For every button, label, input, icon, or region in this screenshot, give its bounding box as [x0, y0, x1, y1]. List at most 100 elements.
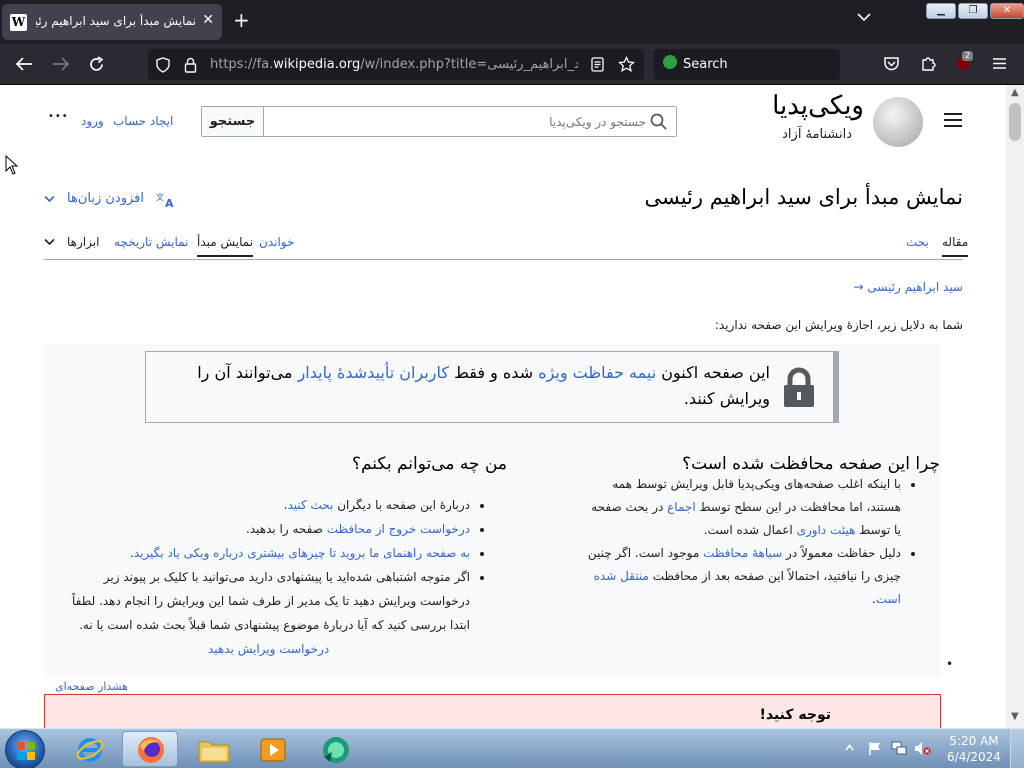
system-clock[interactable]: 5:20 AM 6/4/2024: [944, 733, 1004, 765]
pocket-icon[interactable]: [883, 56, 900, 72]
create-account-link[interactable]: ایجاد حساب: [113, 114, 173, 128]
extensions-puzzle-icon[interactable]: [920, 55, 937, 72]
search-icon: [650, 113, 667, 130]
volume-muted-icon[interactable]: [914, 741, 931, 756]
new-tab-button[interactable]: +: [233, 8, 250, 32]
bookmark-star-icon[interactable]: [618, 56, 635, 73]
tab-read[interactable]: خواندن: [259, 235, 294, 249]
main-menu-icon[interactable]: [943, 112, 963, 128]
url-prefix: https://fa.: [210, 57, 274, 72]
arbitration-committee-link[interactable]: هیئت داوری: [797, 523, 856, 537]
tab-title: نمایش مبدأ برای سید ابراهیم رئیسی: [36, 14, 196, 28]
scroll-up-arrow-icon[interactable]: ▲: [1011, 87, 1019, 98]
reader-view-icon[interactable]: [591, 57, 604, 72]
web-page: ویکی‌پدیا دانشنامهٔ آزاد جستجو ایجاد حسا…: [0, 85, 1006, 728]
search-bar[interactable]: Search: [654, 49, 840, 80]
tab-view-source[interactable]: نمایش مبدأ: [197, 235, 254, 257]
tab-history[interactable]: نمایش تاریخچه: [114, 235, 188, 249]
tab-close-icon[interactable]: ✕: [202, 12, 214, 28]
app-taskbar-button[interactable]: [308, 731, 364, 767]
discuss-link[interactable]: بحث کنید: [287, 498, 333, 512]
page-scrollbar[interactable]: ▲ ▼: [1006, 85, 1024, 728]
wiki-search-input[interactable]: [264, 107, 676, 136]
back-to-article-link[interactable]: → سید ابراهیم رئیسی: [760, 280, 963, 294]
tabs-underline: [44, 259, 963, 260]
bullet-marker: •: [946, 657, 954, 671]
help-page-link[interactable]: به صفحه راهنمای ما بروید تا چیزهای بیشتر…: [134, 546, 470, 560]
protection-text-2: شده و فقط: [449, 363, 539, 382]
window-restore-button[interactable]: ❐: [958, 3, 988, 19]
request-unprotection-link[interactable]: درخواست خروج از محافظت: [327, 522, 470, 536]
url-path: /w/index.php?title=سید_ابراهیم_رئیسی&ac: [360, 57, 578, 72]
back-arrow-icon[interactable]: [15, 56, 33, 72]
tab-article[interactable]: مقاله: [942, 235, 969, 257]
extension-badge: 2: [962, 51, 974, 61]
why-list-item: با اینکه اغلب صفحه‌های ویکی‌پدیا قابل وی…: [584, 473, 901, 542]
search-engine-icon: [663, 55, 677, 69]
site-logo-title[interactable]: ویکی‌پدیا: [720, 89, 864, 123]
wikipedia-globe-logo-icon[interactable]: [873, 97, 923, 147]
window-minimize-button[interactable]: ▁: [926, 3, 956, 19]
browser-tab-active[interactable]: W نمایش مبدأ برای سید ابراهیم رئیسی ✕: [2, 4, 222, 40]
svg-text:A: A: [165, 197, 174, 208]
tab-talk[interactable]: بحث: [906, 235, 929, 249]
window-close-button[interactable]: ✕: [990, 3, 1024, 19]
extended-confirmed-users-link[interactable]: کاربران تأییدشدهٔ پایدار: [298, 363, 449, 382]
attention-box: توجه کنید!: [44, 694, 941, 728]
what-text-1a: دربارهٔ این صفحه با دیگران: [333, 498, 470, 512]
tab-tools[interactable]: ابزارها: [67, 235, 99, 249]
media-player-icon: [260, 738, 286, 762]
consensus-link[interactable]: اجماع: [667, 500, 696, 514]
wiki-search-button[interactable]: جستجو: [202, 107, 264, 136]
forward-arrow-icon[interactable]: [52, 56, 70, 72]
protection-notice-box: این صفحه اکنون نیمه حفاظت ویژه شده و فقط…: [145, 351, 839, 423]
scroll-down-arrow-icon[interactable]: ▼: [1011, 711, 1019, 722]
chevron-down-icon: [44, 195, 55, 203]
windows-logo-icon: [17, 742, 35, 760]
language-icon: 文A: [156, 192, 174, 208]
network-icon[interactable]: [891, 741, 907, 756]
firefox-taskbar-button[interactable]: [122, 731, 178, 767]
browser-tab-bar: W نمایش مبدأ برای سید ابراهیم رئیسی ✕ + …: [0, 0, 1024, 44]
request-edit-link[interactable]: درخواست ویرایش بدهید: [208, 642, 329, 656]
protection-text-1: این صفحه اکنون: [656, 363, 770, 382]
scroll-thumb[interactable]: [1009, 103, 1021, 141]
list-all-tabs-chevron-icon[interactable]: [857, 12, 871, 22]
page-warning-link[interactable]: هشدار صفحه‌ای: [55, 680, 128, 693]
clock-time: 5:20 AM: [949, 734, 999, 748]
tracking-shield-icon[interactable]: [156, 57, 170, 73]
windows-start-button[interactable]: [5, 730, 45, 768]
padlock-icon: [784, 367, 814, 407]
green-app-icon: [323, 737, 349, 763]
page-title: نمایش مبدأ برای سید ابراهیم رئیسی: [644, 185, 963, 209]
permission-notice: شما به دلایل زیر، اجازهٔ ویرایش این صفحه…: [714, 318, 963, 332]
add-languages-link[interactable]: افزودن زبان‌ها: [67, 191, 144, 206]
firefox-icon: [138, 737, 164, 763]
internet-explorer-taskbar-button[interactable]: [62, 731, 118, 767]
show-hidden-icons-chevron-icon[interactable]: [845, 744, 854, 751]
search-bar-placeholder: Search: [683, 57, 728, 72]
what-list-item: به صفحه راهنمای ما بروید تا چیزهای بیشتر…: [56, 541, 470, 565]
what-list-item: اگر متوجه اشتباهی شده‌اید یا پیشنهادی دا…: [56, 565, 470, 637]
url-text: https://fa.wikipedia.org/w/index.php?tit…: [210, 57, 578, 72]
hamburger-menu-icon[interactable]: [992, 57, 1007, 70]
svg-text:文: 文: [156, 192, 164, 202]
login-link[interactable]: ورود: [81, 114, 104, 128]
what-can-i-do-heading: من چه می‌توانم بکنم؟: [351, 454, 507, 474]
personal-tools-menu-button[interactable]: •••: [48, 111, 69, 122]
semi-protection-link[interactable]: نیمه حفاظت ویژه: [538, 363, 656, 382]
lock-icon[interactable]: [184, 57, 197, 73]
tools-chevron-down-icon[interactable]: [44, 238, 55, 246]
reload-icon[interactable]: [88, 56, 105, 73]
what-text-4: اگر متوجه اشتباهی شده‌اید یا پیشنهادی دا…: [72, 570, 470, 632]
action-center-flag-icon[interactable]: [868, 741, 882, 756]
file-explorer-taskbar-button[interactable]: [186, 731, 242, 767]
why-list-item: دلیل حفاظت معمولاً در سیاههٔ محافظت موجو…: [584, 542, 901, 611]
browser-nav-bar: https://fa.wikipedia.org/w/index.php?tit…: [0, 44, 1024, 85]
url-bar[interactable]: https://fa.wikipedia.org/w/index.php?tit…: [148, 49, 644, 80]
url-host: wikipedia.org: [273, 57, 361, 72]
media-player-taskbar-button[interactable]: [246, 731, 302, 767]
show-desktop-button[interactable]: [1010, 729, 1024, 768]
protection-log-link[interactable]: سیاههٔ محافظت: [703, 546, 782, 560]
wiki-search-box: جستجو: [201, 106, 677, 137]
